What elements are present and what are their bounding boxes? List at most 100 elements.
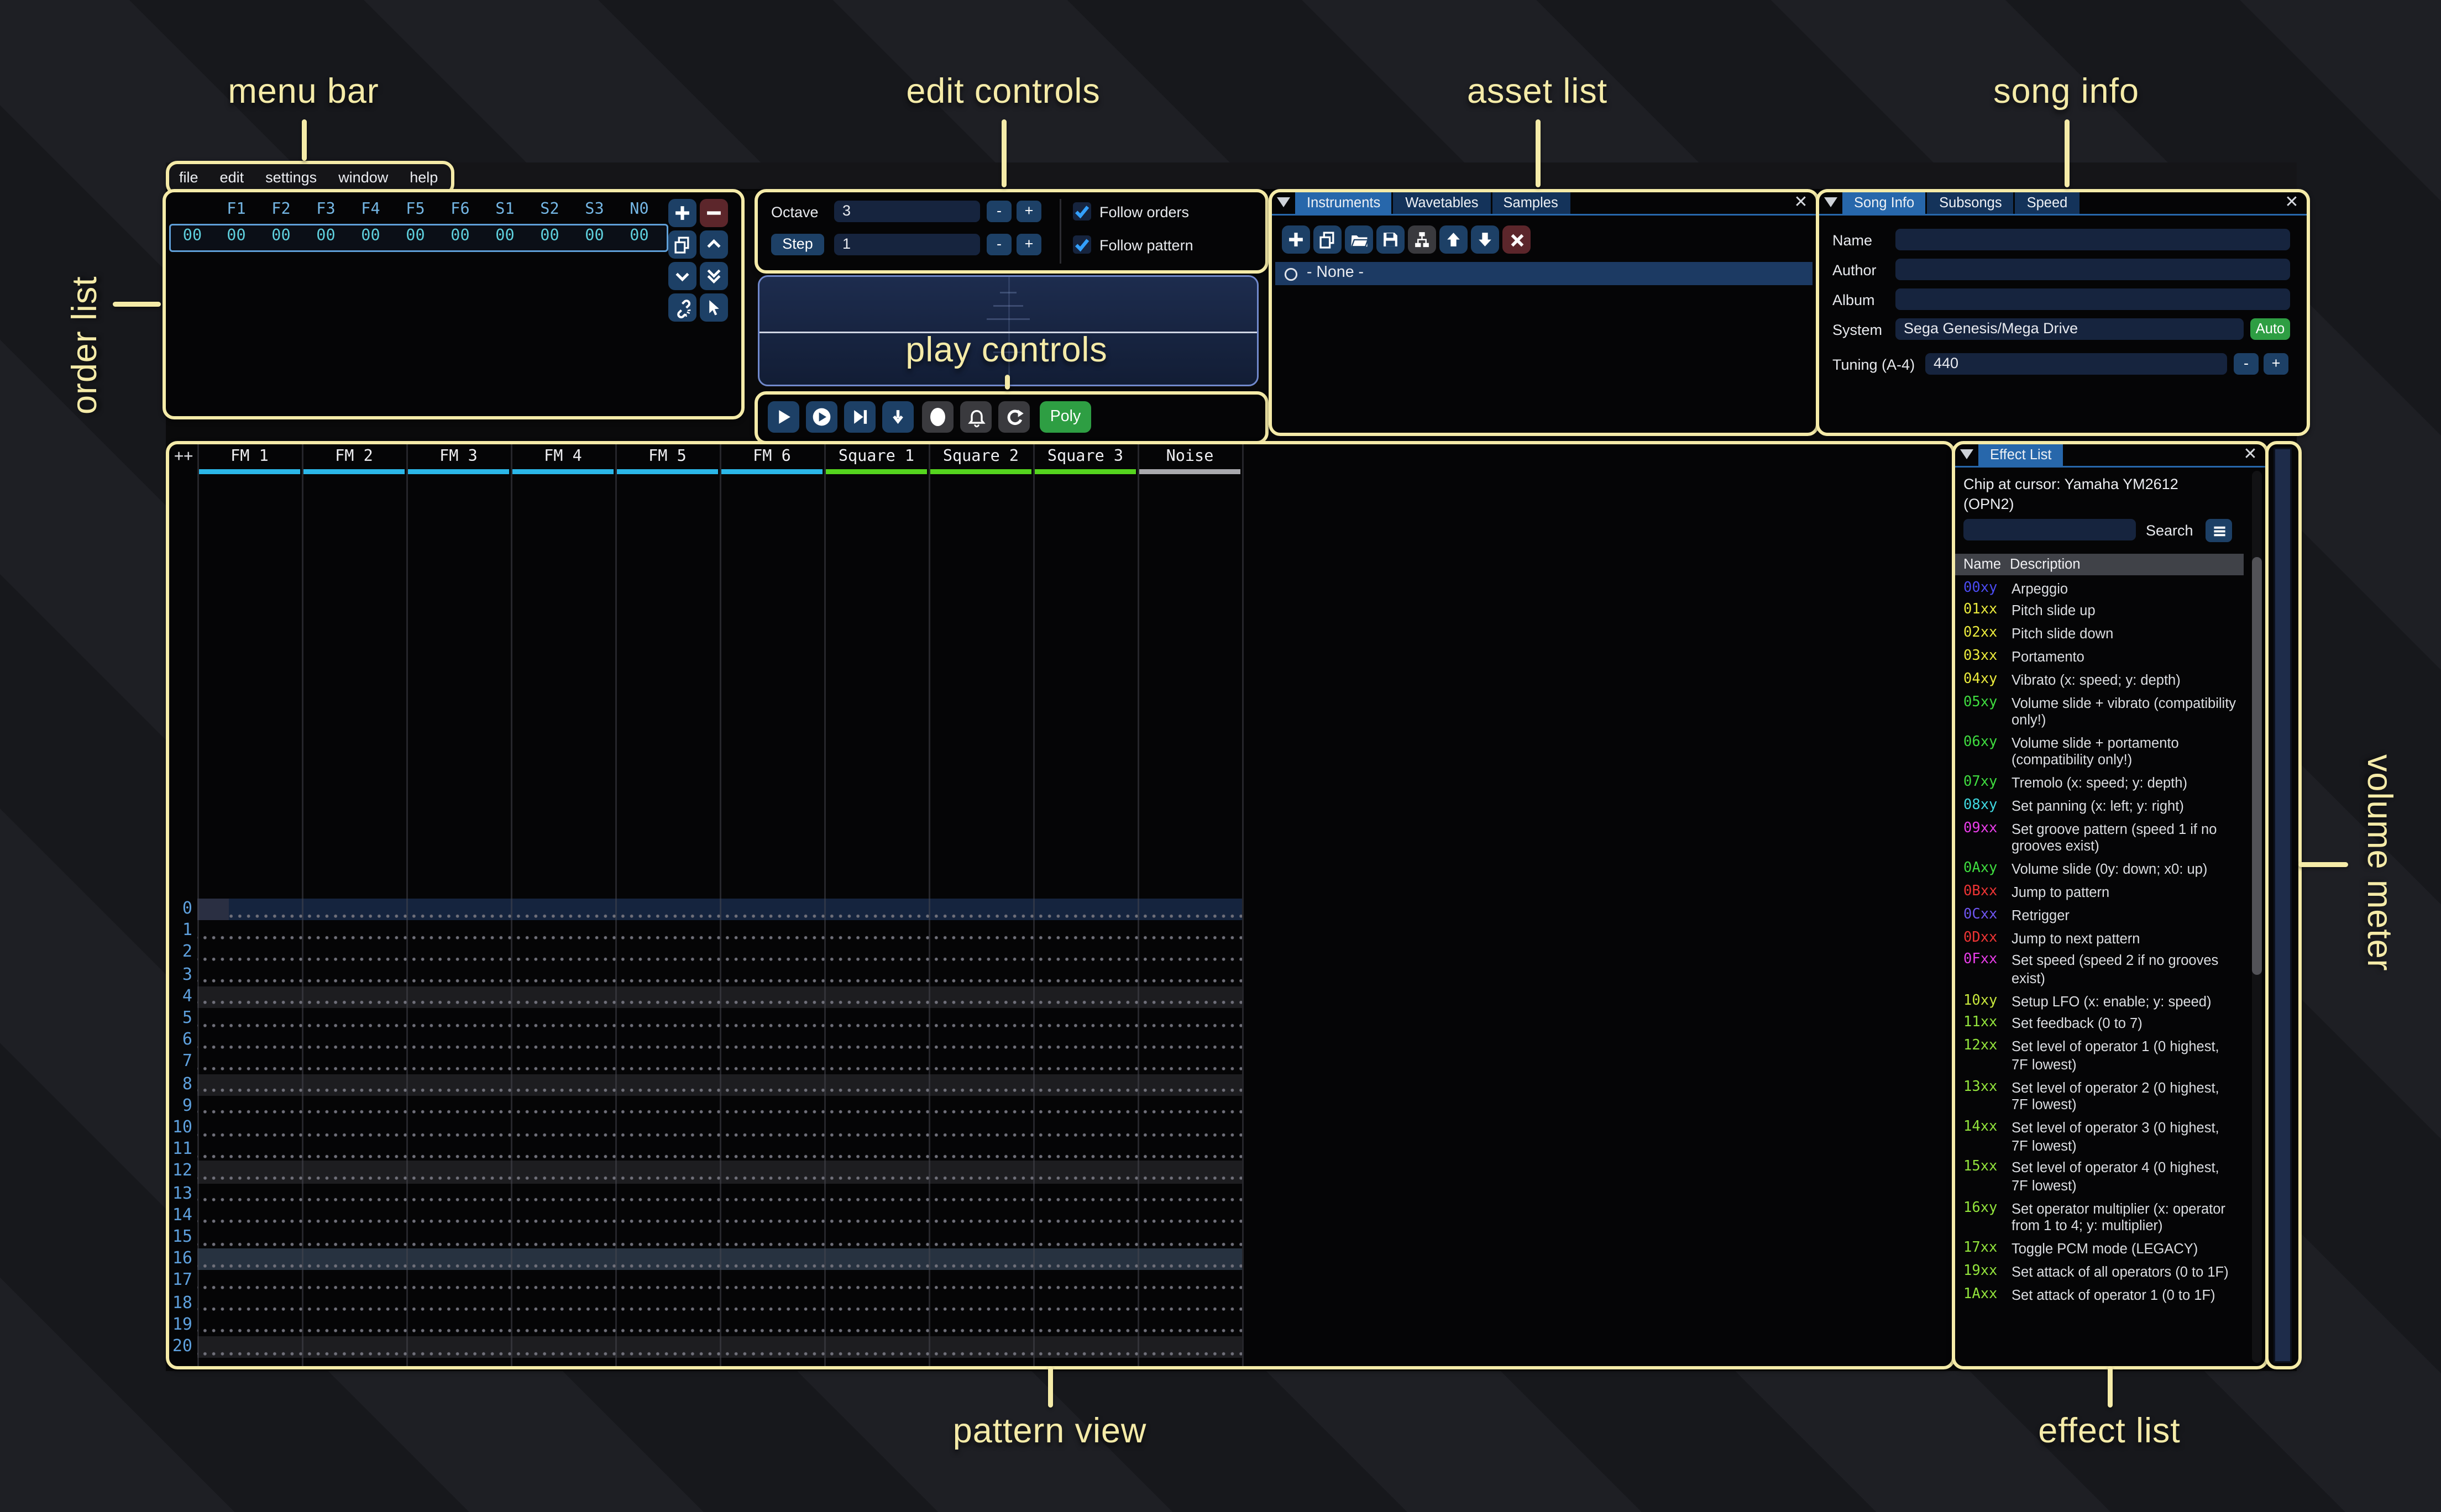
channel-header[interactable]: FM 4 bbox=[511, 448, 615, 466]
pattern-cell[interactable] bbox=[929, 1183, 1033, 1205]
channel-header[interactable]: Square 3 bbox=[1033, 448, 1138, 466]
pattern-cell[interactable] bbox=[511, 1117, 615, 1140]
pattern-cell[interactable] bbox=[824, 1183, 929, 1205]
pattern-cell[interactable] bbox=[511, 1293, 615, 1315]
pattern-cell[interactable] bbox=[197, 1205, 302, 1227]
pattern-cell[interactable] bbox=[720, 1314, 824, 1336]
channel-header[interactable]: FM 3 bbox=[406, 448, 511, 466]
asset-move-down-button[interactable] bbox=[1471, 225, 1499, 254]
pattern-cell[interactable] bbox=[1138, 1030, 1242, 1052]
asset-tab[interactable]: Instruments bbox=[1295, 192, 1392, 214]
order-column-header[interactable]: F6 bbox=[438, 201, 483, 219]
pattern-cell[interactable] bbox=[824, 942, 929, 964]
pattern-cell[interactable] bbox=[1033, 1161, 1138, 1183]
pattern-cell[interactable] bbox=[302, 899, 406, 921]
song-field-input[interactable] bbox=[1895, 259, 2290, 280]
octave-input[interactable]: 3 bbox=[834, 201, 980, 222]
metronome-button[interactable] bbox=[960, 401, 992, 433]
order-cell[interactable]: 00 bbox=[617, 225, 662, 249]
pattern-cell[interactable] bbox=[720, 1117, 824, 1140]
pattern-cell[interactable] bbox=[615, 964, 720, 986]
pattern-cell[interactable] bbox=[406, 1205, 511, 1227]
order-column-header[interactable]: F4 bbox=[348, 201, 393, 219]
pattern-cell[interactable] bbox=[406, 1314, 511, 1336]
pattern-cell[interactable] bbox=[1033, 1227, 1138, 1249]
effect-row[interactable]: 05xy Volume slide + vibrato (compatibili… bbox=[1963, 691, 2239, 732]
octave-minus-button[interactable]: - bbox=[987, 201, 1012, 222]
pattern-cell[interactable] bbox=[511, 1271, 615, 1293]
pattern-cell[interactable] bbox=[615, 1336, 720, 1358]
pattern-cell[interactable] bbox=[929, 1293, 1033, 1315]
pattern-cell[interactable] bbox=[720, 1074, 824, 1096]
order-column-header[interactable]: S1 bbox=[483, 201, 527, 219]
pattern-cell[interactable] bbox=[824, 1314, 929, 1336]
effect-row[interactable]: 1Axx Set attack of operator 1 (0 to 1F) bbox=[1963, 1283, 2239, 1306]
pattern-cell[interactable] bbox=[302, 1140, 406, 1162]
pattern-cell[interactable] bbox=[615, 1052, 720, 1074]
pattern-cell[interactable] bbox=[511, 1008, 615, 1030]
pattern-cell[interactable] bbox=[1138, 1336, 1242, 1358]
pattern-cell[interactable] bbox=[824, 1227, 929, 1249]
order-column-header[interactable]: S3 bbox=[572, 201, 617, 219]
pattern-cell[interactable] bbox=[1033, 986, 1138, 1008]
pattern-cell[interactable] bbox=[197, 1161, 302, 1183]
effect-row[interactable]: 19xx Set attack of all operators (0 to 1… bbox=[1963, 1261, 2239, 1283]
pattern-cell[interactable] bbox=[1033, 1074, 1138, 1096]
pattern-cell[interactable] bbox=[720, 942, 824, 964]
pattern-cell[interactable] bbox=[406, 921, 511, 943]
pattern-cell[interactable] bbox=[406, 1183, 511, 1205]
pattern-cell[interactable] bbox=[615, 1183, 720, 1205]
effect-row[interactable]: 11xx Set feedback (0 to 7) bbox=[1963, 1013, 2239, 1036]
pattern-cell[interactable] bbox=[511, 1140, 615, 1162]
pattern-cell[interactable] bbox=[929, 1249, 1033, 1271]
order-cell[interactable]: 00 bbox=[214, 225, 259, 249]
step-input[interactable]: 1 bbox=[834, 234, 980, 255]
channel-header[interactable]: FM 5 bbox=[615, 448, 720, 466]
order-cell[interactable]: 00 bbox=[348, 225, 393, 249]
pattern-cell[interactable] bbox=[615, 1008, 720, 1030]
pattern-cell[interactable] bbox=[720, 1336, 824, 1358]
pattern-cell[interactable] bbox=[1138, 899, 1242, 921]
pattern-cell[interactable] bbox=[197, 1227, 302, 1249]
channel-header[interactable]: Square 2 bbox=[929, 448, 1033, 466]
pattern-cell[interactable] bbox=[197, 1183, 302, 1205]
pattern-cell[interactable] bbox=[197, 1008, 302, 1030]
channel-header[interactable]: FM 6 bbox=[720, 448, 824, 466]
order-row-index[interactable]: 00 bbox=[171, 225, 214, 249]
pattern-cell[interactable] bbox=[824, 1052, 929, 1074]
pattern-cell[interactable] bbox=[720, 899, 824, 921]
pattern-cell[interactable] bbox=[302, 1161, 406, 1183]
pattern-cell[interactable] bbox=[615, 942, 720, 964]
order-column-header[interactable]: F2 bbox=[259, 201, 303, 219]
pattern-cell[interactable] bbox=[1033, 921, 1138, 943]
pattern-cell[interactable] bbox=[197, 1140, 302, 1162]
pattern-cell[interactable] bbox=[615, 1030, 720, 1052]
pattern-cell[interactable] bbox=[302, 921, 406, 943]
pattern-cell[interactable] bbox=[1033, 899, 1138, 921]
order-column-header[interactable]: F5 bbox=[393, 201, 438, 219]
pattern-cell[interactable] bbox=[929, 1314, 1033, 1336]
effect-row[interactable]: 06xy Volume slide + portamento (compatib… bbox=[1963, 732, 2239, 772]
pattern-corner[interactable]: ++ bbox=[174, 448, 193, 466]
pattern-cell[interactable] bbox=[824, 1095, 929, 1117]
pattern-cell[interactable] bbox=[720, 1205, 824, 1227]
pattern-cell[interactable] bbox=[197, 942, 302, 964]
pattern-cell[interactable] bbox=[929, 1161, 1033, 1183]
pattern-cell[interactable] bbox=[929, 1227, 1033, 1249]
pattern-cell[interactable] bbox=[511, 964, 615, 986]
pattern-cell[interactable] bbox=[511, 942, 615, 964]
pattern-cell[interactable] bbox=[720, 1293, 824, 1315]
pattern-cell[interactable] bbox=[824, 921, 929, 943]
pattern-cell[interactable] bbox=[929, 1117, 1033, 1140]
pattern-cell[interactable] bbox=[824, 899, 929, 921]
pattern-cell[interactable] bbox=[1138, 1293, 1242, 1315]
pattern-cell[interactable] bbox=[197, 1117, 302, 1140]
pattern-cell[interactable] bbox=[406, 964, 511, 986]
pattern-cell[interactable] bbox=[824, 964, 929, 986]
pattern-cell[interactable] bbox=[406, 899, 511, 921]
pattern-cell[interactable] bbox=[406, 1008, 511, 1030]
order-cell[interactable]: 00 bbox=[393, 225, 438, 249]
pattern-cell[interactable] bbox=[302, 1336, 406, 1358]
effect-row[interactable]: 02xx Pitch slide down bbox=[1963, 623, 2239, 645]
pattern-cell[interactable] bbox=[302, 1008, 406, 1030]
